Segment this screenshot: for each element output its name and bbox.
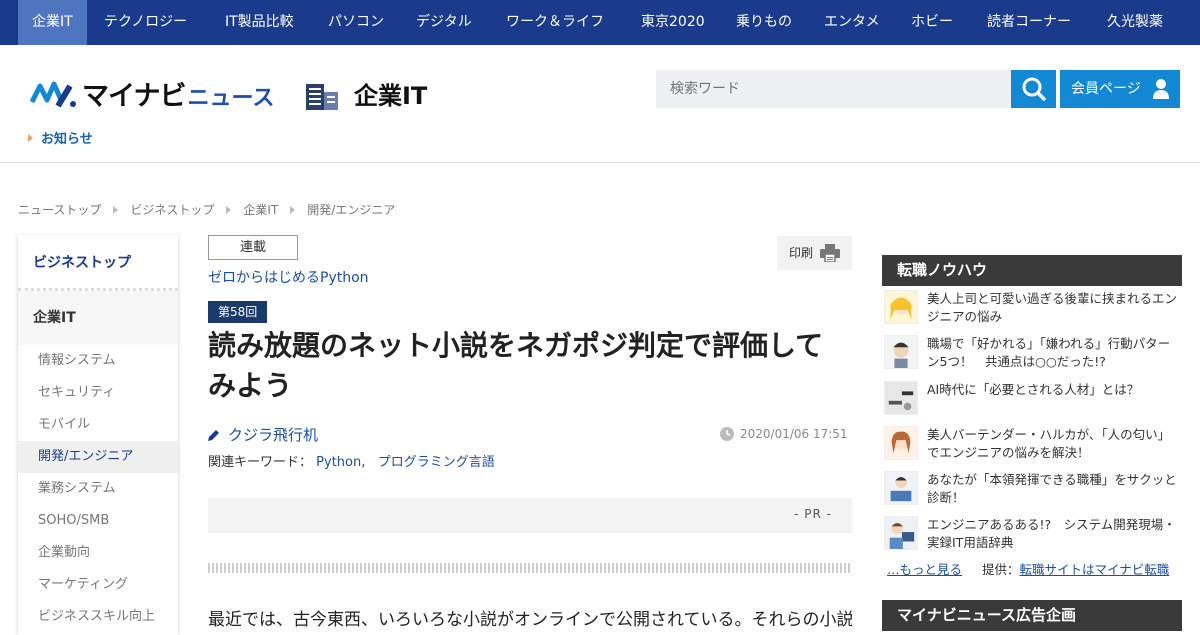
notice-label: お知らせ bbox=[41, 132, 93, 147]
series-tag[interactable]: 連載 bbox=[208, 235, 298, 260]
more-link[interactable]: …もっと見る bbox=[887, 559, 962, 578]
chevron-right-icon bbox=[226, 205, 232, 214]
sidebar-item-business-top[interactable]: ビジネストップ bbox=[18, 235, 178, 291]
article-title: 読み放題のネット小説をネガポジ判定で評価してみよう bbox=[208, 329, 824, 402]
article-link-text: あなたが「本領発揮できる職種」をサクッと診断！ bbox=[927, 472, 1177, 505]
chevron-right-icon bbox=[290, 205, 296, 214]
nav-item-pc[interactable]: パソコン bbox=[328, 0, 384, 45]
pr-label: - PR - bbox=[794, 507, 832, 521]
pencil-icon bbox=[208, 429, 219, 441]
author-name: クジラ飛行机 bbox=[228, 426, 319, 444]
career-knowhow-heading: 転職ノウハウ bbox=[882, 255, 1182, 286]
building-icon bbox=[306, 83, 338, 110]
provider-link[interactable]: 転職サイトはマイナビ転職 bbox=[1020, 562, 1170, 577]
top-nav: 企業IT テクノロジー IT製品比較 パソコン デジタル ワーク＆ライフ 東京2… bbox=[0, 0, 1200, 45]
breadcrumb-item[interactable]: ビジネストップ bbox=[130, 201, 214, 218]
article-link-text: エンジニアあるある!? システム開発現場・実録IT用語辞典 bbox=[927, 517, 1176, 550]
article-link-text: AI時代に「必要とされる人材」とは？ bbox=[927, 382, 1140, 397]
illustration-thumbnail-icon bbox=[884, 335, 918, 369]
episode-badge: 第58回 bbox=[208, 301, 268, 323]
sidebar-item-mobile[interactable]: モバイル bbox=[18, 409, 178, 441]
breadcrumb-item[interactable]: 企業IT bbox=[243, 201, 278, 218]
member-page-button[interactable]: 会員ページ bbox=[1060, 70, 1180, 108]
related-keywords: 関連キーワード： Python, プログラミング言語 bbox=[208, 455, 495, 470]
breadcrumb-item[interactable]: ニューストップ bbox=[18, 201, 101, 218]
section-label: 企業IT bbox=[354, 82, 428, 110]
nav-item-readers[interactable]: 読者コーナー bbox=[987, 0, 1071, 45]
sidebar-item-dev-engineer[interactable]: 開発/エンジニア bbox=[18, 441, 178, 473]
robot-hand-thumbnail-icon bbox=[884, 381, 918, 415]
laptop-person-thumbnail-icon bbox=[884, 471, 918, 505]
printer-icon bbox=[820, 244, 840, 262]
notice-link[interactable]: お知らせ bbox=[28, 128, 93, 147]
publish-date: 2020/01/06 17:51 bbox=[720, 427, 848, 441]
left-sidebar: ビジネストップ 企業IT 情報システム セキュリティ モバイル 開発/エンジニア… bbox=[18, 235, 178, 635]
sidebar-item-business-systems[interactable]: 業務システム bbox=[18, 473, 178, 505]
article-link-text: 美人上司と可愛い過ぎる後輩に挟まれるエンジニアの悩み bbox=[927, 291, 1178, 324]
sidebar-item-security[interactable]: セキュリティ bbox=[18, 377, 178, 409]
credit-label: 提供： bbox=[982, 562, 1020, 577]
ad-feature-heading: マイナビニュース広告企画 bbox=[882, 600, 1182, 631]
triangle-right-icon bbox=[28, 134, 33, 142]
site-logo[interactable]: マイナビ ニュース bbox=[29, 74, 275, 113]
series-link[interactable]: ゼロからはじめるPython bbox=[208, 267, 369, 287]
chevron-right-icon bbox=[113, 205, 119, 214]
article-body: 最近では、古今東西、いろいろな小説がオンラインで公開されている。それらの小説を bbox=[208, 610, 852, 630]
section-title[interactable]: 企業IT bbox=[304, 76, 427, 111]
list-item[interactable]: 職場で「好かれる」「嫌われる」行動パターン5つ！ 共通点は○○だった!? bbox=[884, 335, 1180, 371]
nav-item-hobby[interactable]: ホビー bbox=[911, 0, 953, 45]
engineer-thumbnail-icon bbox=[884, 516, 918, 550]
keywords-label: 関連キーワード： bbox=[208, 455, 313, 470]
sidebar-item-business-skills[interactable]: ビジネススキル向上 bbox=[18, 601, 178, 633]
search-icon bbox=[1022, 77, 1046, 101]
keyword-link[interactable]: Python bbox=[316, 455, 361, 470]
date-text: 2020/01/06 17:51 bbox=[740, 427, 848, 441]
list-item[interactable]: 美人バーテンダー・ハルカが、「人の匂い」でエンジニアの悩みを解決！ bbox=[884, 426, 1180, 462]
bartender-thumbnail-icon bbox=[884, 426, 918, 460]
list-item[interactable]: 美人上司と可愛い過ぎる後輩に挟まれるエンジニアの悩み bbox=[884, 290, 1180, 326]
sidebar-category-enterprise-it[interactable]: 企業IT bbox=[18, 291, 178, 345]
nav-item-vehicles[interactable]: 乗りもの bbox=[736, 0, 792, 45]
nav-item-enterprise-it[interactable]: 企業IT bbox=[18, 0, 87, 45]
sidebar-item-info-systems[interactable]: 情報システム bbox=[18, 345, 178, 377]
anime-character-thumbnail-icon bbox=[884, 290, 918, 324]
dotted-divider bbox=[208, 563, 852, 573]
nav-item-it-comparison[interactable]: IT製品比較 bbox=[225, 0, 294, 45]
clock-icon bbox=[720, 427, 734, 441]
author-link[interactable]: クジラ飛行机 bbox=[208, 424, 318, 445]
keyword-link[interactable]: プログラミング言語 bbox=[378, 455, 495, 470]
user-icon bbox=[1153, 79, 1169, 99]
provider-credit: 提供：転職サイトはマイナビ転職 bbox=[982, 559, 1169, 578]
sidebar-item-soho-smb[interactable]: SOHO/SMB bbox=[18, 505, 178, 537]
search-input[interactable] bbox=[656, 70, 1011, 108]
logo-main-text: マイナビ bbox=[82, 81, 186, 111]
nav-item-entertainment[interactable]: エンタメ bbox=[824, 0, 880, 45]
print-label: 印刷 bbox=[789, 246, 814, 260]
header-divider bbox=[0, 162, 1200, 163]
logo-mark-icon bbox=[29, 78, 78, 110]
nav-item-technology[interactable]: テクノロジー bbox=[104, 0, 187, 45]
list-item[interactable]: あなたが「本領発揮できる職種」をサクッと診断！ bbox=[884, 471, 1180, 507]
breadcrumb: ニューストップ ビジネストップ 企業IT 開発/エンジニア bbox=[18, 201, 395, 218]
sidebar-item-corporate-trends[interactable]: 企業動向 bbox=[18, 537, 178, 569]
nav-item-digital[interactable]: デジタル bbox=[416, 0, 472, 45]
nav-item-hisamitsu[interactable]: 久光製薬 bbox=[1107, 0, 1163, 45]
article-link-text: 職場で「好かれる」「嫌われる」行動パターン5つ！ 共通点は○○だった!? bbox=[927, 336, 1171, 369]
sidebar-item-marketing[interactable]: マーケティング bbox=[18, 569, 178, 601]
search-button[interactable] bbox=[1011, 70, 1056, 108]
list-item[interactable]: エンジニアあるある!? システム開発現場・実録IT用語辞典 bbox=[884, 516, 1180, 552]
breadcrumb-item[interactable]: 開発/エンジニア bbox=[307, 201, 395, 218]
print-button[interactable]: 印刷 bbox=[777, 236, 852, 270]
pr-banner[interactable]: - PR - bbox=[208, 498, 852, 533]
member-page-label: 会員ページ bbox=[1071, 81, 1141, 97]
list-item[interactable]: AI時代に「必要とされる人材」とは？ bbox=[884, 381, 1180, 415]
nav-item-work-life[interactable]: ワーク＆ライフ bbox=[506, 0, 604, 45]
article-link-text: 美人バーテンダー・ハルカが、「人の匂い」でエンジニアの悩みを解決！ bbox=[927, 427, 1171, 460]
logo-sub-text: ニュース bbox=[187, 85, 275, 111]
nav-item-tokyo2020[interactable]: 東京2020 bbox=[641, 0, 705, 45]
